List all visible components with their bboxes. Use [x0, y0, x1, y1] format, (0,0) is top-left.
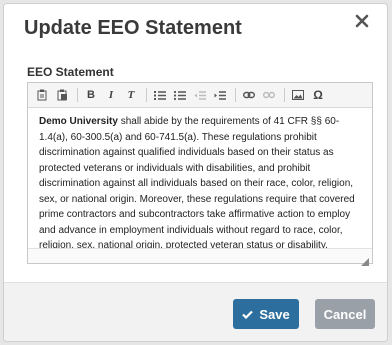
paste-word-icon[interactable] — [53, 86, 71, 104]
save-button-label: Save — [259, 306, 290, 322]
image-icon[interactable] — [289, 86, 307, 104]
organization-name: Demo University — [39, 116, 118, 127]
cancel-button[interactable]: Cancel — [315, 299, 375, 329]
update-eeo-dialog: Update EEO Statement EEO Statement B I T — [3, 3, 388, 342]
paste-text-icon[interactable] — [33, 86, 51, 104]
remove-format-icon[interactable]: T — [122, 86, 140, 104]
save-button[interactable]: Save — [233, 299, 299, 329]
resize-handle-icon[interactable] — [361, 253, 369, 266]
toolbar-divider — [235, 88, 236, 102]
unlink-icon[interactable] — [260, 86, 278, 104]
special-character-icon[interactable]: Ω — [309, 86, 327, 104]
bulleted-list-icon[interactable] — [171, 86, 189, 104]
link-icon[interactable] — [240, 86, 258, 104]
checkmark-icon — [242, 307, 254, 322]
dialog-footer: Save Cancel — [4, 282, 387, 341]
statement-text: shall abide by the requirements of 41 CF… — [39, 116, 355, 251]
eeo-statement-label: EEO Statement — [27, 65, 114, 79]
editor-statusbar — [28, 248, 372, 266]
italic-icon[interactable]: I — [102, 86, 120, 104]
dialog-title: Update EEO Statement — [24, 17, 242, 39]
toolbar-divider — [77, 88, 78, 102]
rich-text-editor[interactable]: B I T Ω Demo University shall abide by t… — [27, 82, 373, 266]
close-icon[interactable] — [353, 12, 371, 30]
cancel-button-label: Cancel — [323, 306, 367, 322]
toolbar-divider — [146, 88, 147, 102]
toolbar-divider — [284, 88, 285, 102]
increase-indent-icon[interactable] — [211, 86, 229, 104]
editor-content[interactable]: Demo University shall abide by the requi… — [28, 108, 372, 254]
decrease-indent-icon[interactable] — [191, 86, 209, 104]
bold-icon[interactable]: B — [82, 86, 100, 104]
numbered-list-icon[interactable] — [151, 86, 169, 104]
editor-toolbar: B I T Ω — [28, 83, 372, 108]
